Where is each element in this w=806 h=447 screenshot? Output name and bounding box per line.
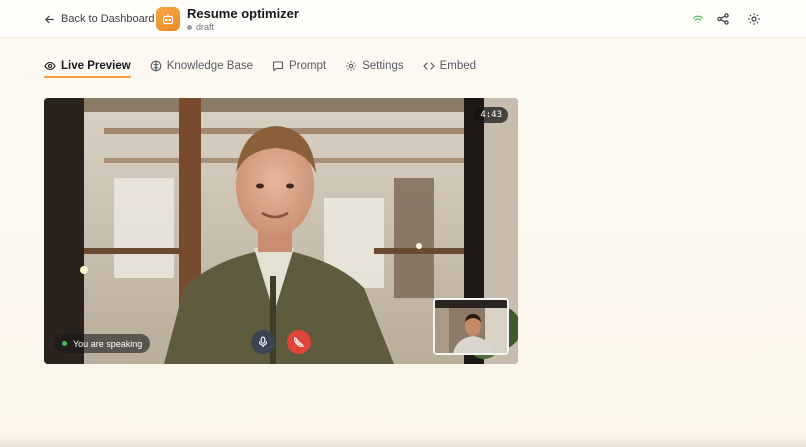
tab-embed[interactable]: Embed [423, 58, 476, 74]
back-label: Back to Dashboard [61, 13, 155, 25]
tab-knowledge-base[interactable]: Knowledge Base [150, 58, 253, 74]
tab-label: Live Preview [61, 60, 131, 72]
wifi-icon [691, 12, 705, 26]
speaking-dot [62, 341, 67, 346]
message-icon [272, 61, 284, 72]
share-icon[interactable] [716, 12, 730, 26]
top-bar: Back to Dashboard Resume optimizer draft [0, 0, 806, 38]
brain-icon [150, 60, 162, 72]
speaking-label: You are speaking [73, 338, 143, 349]
eye-icon [44, 61, 56, 71]
tab-label: Prompt [289, 60, 327, 72]
speaking-indicator: You are speaking [54, 334, 151, 353]
end-call-button[interactable] [287, 330, 311, 354]
tab-settings[interactable]: Settings [345, 58, 404, 74]
settings-gear-icon[interactable] [747, 12, 761, 26]
mute-mic-button[interactable] [251, 330, 275, 354]
gear-icon [346, 61, 357, 71]
bottom-edge-shade [0, 436, 806, 447]
tab-bar: Live Preview Knowledge Base Prompt Setti… [44, 58, 495, 80]
self-view-feed [435, 300, 507, 353]
phone-off-icon [293, 336, 305, 348]
call-timer: 4:43 [474, 107, 508, 123]
video-call-panel: 4:43 You are speaking [44, 98, 518, 364]
arrow-left-icon [45, 15, 54, 23]
back-to-dashboard-link[interactable]: Back to Dashboard [44, 12, 155, 26]
self-view-video [433, 298, 509, 355]
tab-label: Knowledge Base [166, 60, 253, 72]
status-label: draft [196, 22, 215, 32]
app-title: Resume optimizer [187, 6, 299, 21]
tab-label: Settings [362, 60, 404, 72]
app-avatar [156, 7, 180, 31]
tab-live-preview[interactable]: Live Preview [44, 58, 131, 78]
status-badge: draft [187, 22, 214, 32]
tab-prompt[interactable]: Prompt [272, 58, 326, 74]
code-icon [423, 62, 435, 70]
bot-icon [162, 13, 174, 25]
status-dot [187, 24, 192, 30]
microphone-icon [258, 336, 268, 348]
tab-label: Embed [439, 60, 477, 72]
